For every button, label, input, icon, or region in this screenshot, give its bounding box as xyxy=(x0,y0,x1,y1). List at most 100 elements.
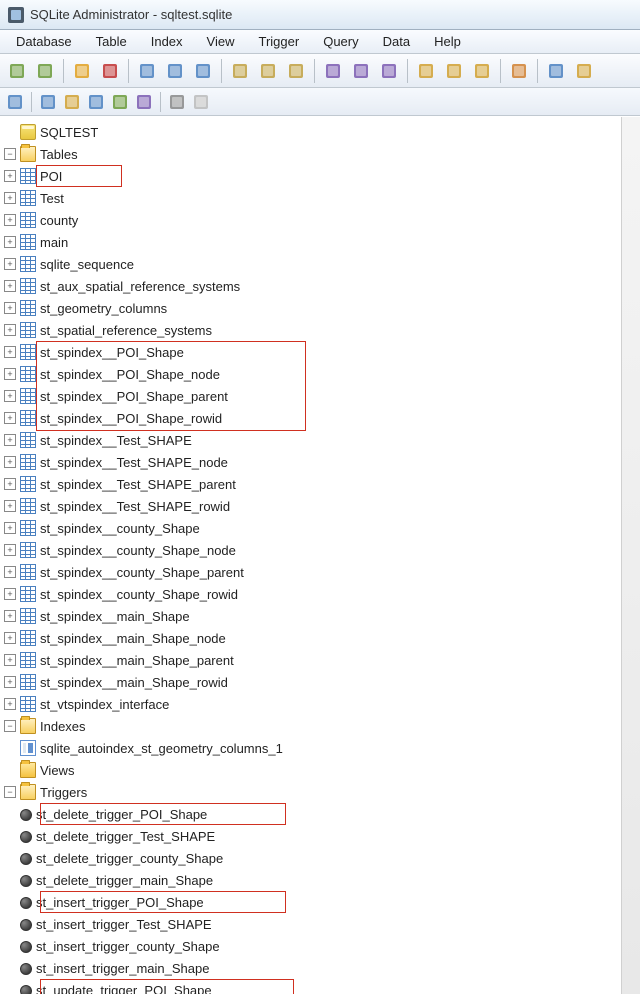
grid-edit-icon[interactable] xyxy=(162,58,188,84)
tree-root[interactable]: SQLTEST xyxy=(0,121,640,143)
save-icon[interactable] xyxy=(543,58,569,84)
tree-panel[interactable]: SQLTESTTablesPOITestcountymainsqlite_seq… xyxy=(0,116,640,994)
expander-icon[interactable] xyxy=(4,676,16,688)
expander-icon[interactable] xyxy=(4,588,16,600)
expander-icon[interactable] xyxy=(4,346,16,358)
table-st_spindex__Test_SHAPE[interactable]: st_spindex__Test_SHAPE xyxy=(0,429,640,451)
grid-form-icon[interactable] xyxy=(190,58,216,84)
analyze-icon[interactable] xyxy=(469,58,495,84)
expander-icon[interactable] xyxy=(4,214,16,226)
table-st_spindex__main_Shape_node[interactable]: st_spindex__main_Shape_node xyxy=(0,627,640,649)
table-sqlite_sequence[interactable]: sqlite_sequence xyxy=(0,253,640,275)
col-icon[interactable] xyxy=(109,91,131,113)
detail-icon[interactable] xyxy=(133,91,155,113)
table-st_spindex__county_Shape_parent[interactable]: st_spindex__county_Shape_parent xyxy=(0,561,640,583)
expander-icon[interactable] xyxy=(4,522,16,534)
trigger-st_update_trigger_POI_Shape[interactable]: st_update_trigger_POI_Shape xyxy=(0,979,640,994)
trigger-st_insert_trigger_Test_SHAPE[interactable]: st_insert_trigger_Test_SHAPE xyxy=(0,913,640,935)
cancel-icon[interactable] xyxy=(97,58,123,84)
table-st_spindex__POI_Shape_parent[interactable]: st_spindex__POI_Shape_parent xyxy=(0,385,640,407)
schema-icon[interactable] xyxy=(320,58,346,84)
vacuum-icon[interactable] xyxy=(413,58,439,84)
grid-view-icon[interactable] xyxy=(37,91,59,113)
grid-icon[interactable] xyxy=(134,58,160,84)
menu-help[interactable]: Help xyxy=(422,32,473,51)
trigger-st_delete_trigger_POI_Shape[interactable]: st_delete_trigger_POI_Shape xyxy=(0,803,640,825)
expander-icon[interactable] xyxy=(4,192,16,204)
expander-icon[interactable] xyxy=(4,412,16,424)
expander-icon[interactable] xyxy=(4,236,16,248)
folder-tables[interactable]: Tables xyxy=(0,143,640,165)
expander-icon[interactable] xyxy=(4,566,16,578)
expander-icon[interactable] xyxy=(4,500,16,512)
expander-icon[interactable] xyxy=(4,456,16,468)
menu-trigger[interactable]: Trigger xyxy=(247,32,312,51)
reload-icon[interactable] xyxy=(571,58,597,84)
sql-icon[interactable] xyxy=(227,58,253,84)
table-st_spindex__main_Shape_rowid[interactable]: st_spindex__main_Shape_rowid xyxy=(0,671,640,693)
menu-query[interactable]: Query xyxy=(311,32,370,51)
page-icon[interactable] xyxy=(166,91,188,113)
index-sqlite_autoindex_st_geometry_columns_1[interactable]: sqlite_autoindex_st_geometry_columns_1 xyxy=(0,737,640,759)
menu-view[interactable]: View xyxy=(195,32,247,51)
expander-icon[interactable] xyxy=(4,148,16,160)
table-st_spindex__POI_Shape_node[interactable]: st_spindex__POI_Shape_node xyxy=(0,363,640,385)
expander-icon[interactable] xyxy=(4,258,16,270)
schema-plus-icon[interactable] xyxy=(348,58,374,84)
expander-icon[interactable] xyxy=(4,478,16,490)
expander-icon[interactable] xyxy=(4,170,16,182)
menu-data[interactable]: Data xyxy=(371,32,422,51)
table-Test[interactable]: Test xyxy=(0,187,640,209)
expander-icon[interactable] xyxy=(4,368,16,380)
folder-triggers[interactable]: Triggers xyxy=(0,781,640,803)
expander-icon[interactable] xyxy=(4,632,16,644)
sql-run-icon[interactable] xyxy=(255,58,281,84)
table-st_vtspindex_interface[interactable]: st_vtspindex_interface xyxy=(0,693,640,715)
table-st_spindex__POI_Shape_rowid[interactable]: st_spindex__POI_Shape_rowid xyxy=(0,407,640,429)
table-st_spindex__county_Shape_rowid[interactable]: st_spindex__county_Shape_rowid xyxy=(0,583,640,605)
trigger-st_delete_trigger_county_Shape[interactable]: st_delete_trigger_county_Shape xyxy=(0,847,640,869)
expander-icon[interactable] xyxy=(4,786,16,798)
expander-icon[interactable] xyxy=(4,390,16,402)
db-add-icon[interactable] xyxy=(4,58,30,84)
expander-icon[interactable] xyxy=(4,280,16,292)
db-remove-icon[interactable] xyxy=(32,58,58,84)
expander-icon[interactable] xyxy=(4,654,16,666)
expander-icon[interactable] xyxy=(4,324,16,336)
table-st_spindex__POI_Shape[interactable]: st_spindex__POI_Shape xyxy=(0,341,640,363)
table-st_spindex__county_Shape_node[interactable]: st_spindex__county_Shape_node xyxy=(0,539,640,561)
expander-icon[interactable] xyxy=(4,434,16,446)
sql-export-icon[interactable] xyxy=(283,58,309,84)
table-st_spindex__main_Shape_parent[interactable]: st_spindex__main_Shape_parent xyxy=(0,649,640,671)
table-POI[interactable]: POI xyxy=(0,165,640,187)
table-st_spindex__Test_SHAPE_rowid[interactable]: st_spindex__Test_SHAPE_rowid xyxy=(0,495,640,517)
table-main[interactable]: main xyxy=(0,231,640,253)
form-view-icon[interactable] xyxy=(61,91,83,113)
table-county[interactable]: county xyxy=(0,209,640,231)
trigger-st_insert_trigger_POI_Shape[interactable]: st_insert_trigger_POI_Shape xyxy=(0,891,640,913)
table-st_spindex__main_Shape[interactable]: st_spindex__main_Shape xyxy=(0,605,640,627)
export-icon[interactable] xyxy=(506,58,532,84)
table-st_geometry_columns[interactable]: st_geometry_columns xyxy=(0,297,640,319)
folder-indexes[interactable]: Indexes xyxy=(0,715,640,737)
trigger-st_insert_trigger_main_Shape[interactable]: st_insert_trigger_main_Shape xyxy=(0,957,640,979)
trigger-st_delete_trigger_main_Shape[interactable]: st_delete_trigger_main_Shape xyxy=(0,869,640,891)
menu-index[interactable]: Index xyxy=(139,32,195,51)
trigger-st_insert_trigger_county_Shape[interactable]: st_insert_trigger_county_Shape xyxy=(0,935,640,957)
expander-icon[interactable] xyxy=(4,610,16,622)
menu-database[interactable]: Database xyxy=(4,32,84,51)
menu-table[interactable]: Table xyxy=(84,32,139,51)
blank-icon[interactable] xyxy=(190,91,212,113)
expander-icon[interactable] xyxy=(4,302,16,314)
tree-icon[interactable] xyxy=(4,91,26,113)
folder-views[interactable]: Views xyxy=(0,759,640,781)
table-st_spindex__county_Shape[interactable]: st_spindex__county_Shape xyxy=(0,517,640,539)
table-st_spindex__Test_SHAPE_node[interactable]: st_spindex__Test_SHAPE_node xyxy=(0,451,640,473)
refresh-icon[interactable] xyxy=(69,58,95,84)
expander-icon[interactable] xyxy=(4,720,16,732)
expander-icon[interactable] xyxy=(4,698,16,710)
card-view-icon[interactable] xyxy=(85,91,107,113)
table-st_aux_spatial_reference_systems[interactable]: st_aux_spatial_reference_systems xyxy=(0,275,640,297)
table-st_spatial_reference_systems[interactable]: st_spatial_reference_systems xyxy=(0,319,640,341)
trigger-st_delete_trigger_Test_SHAPE[interactable]: st_delete_trigger_Test_SHAPE xyxy=(0,825,640,847)
